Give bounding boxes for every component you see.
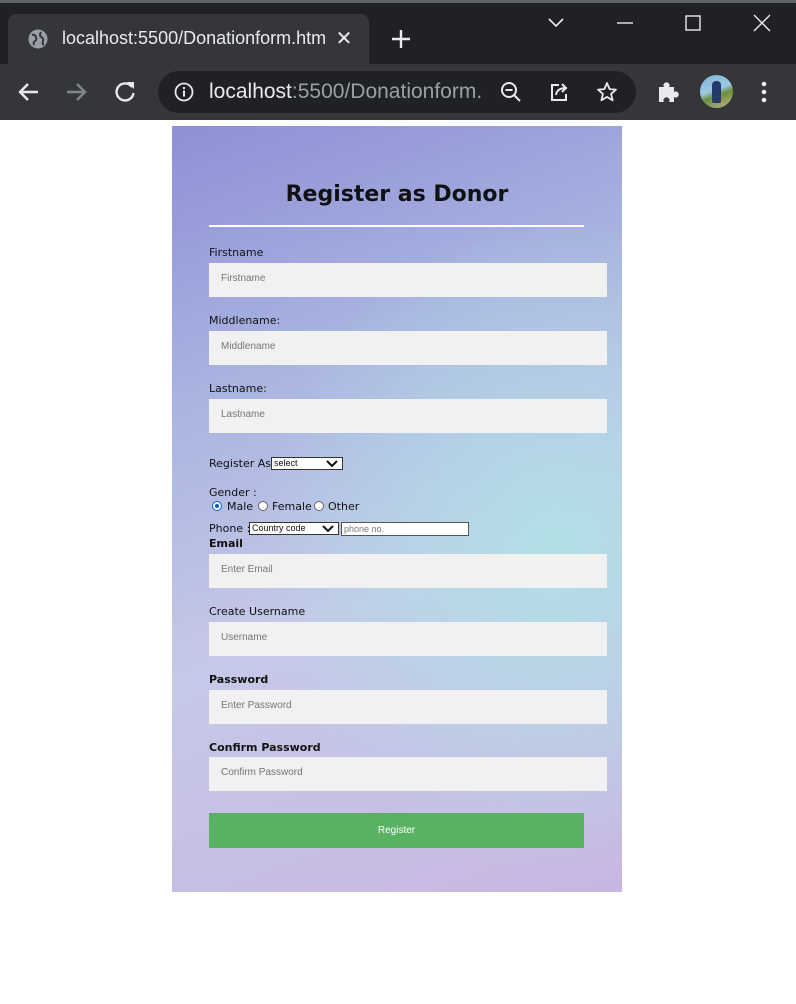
register-as-label: Register As : (209, 457, 279, 470)
url-path: :5500/Donationform.html (291, 80, 481, 103)
phone-label: Phone : (209, 522, 251, 535)
avatar[interactable] (700, 75, 733, 108)
new-tab-icon[interactable] (388, 26, 414, 52)
gender-label: Gender : (209, 486, 257, 499)
url-host: localhost (209, 80, 292, 103)
register-as-select[interactable]: select (271, 457, 343, 470)
donor-registration-form: Register as Donor Firstname Firstname Mi… (172, 126, 622, 892)
confirm-password-label: Confirm Password (209, 741, 321, 754)
arrow-left-icon[interactable] (15, 78, 43, 106)
window-top-border (0, 0, 796, 3)
phone-number-placeholder: phone no. (344, 524, 385, 534)
username-placeholder: Username (221, 632, 268, 643)
tab-search-chevron-icon[interactable] (543, 10, 569, 36)
minimize-icon[interactable] (612, 10, 638, 36)
close-window-icon[interactable] (749, 10, 775, 36)
lastname-input[interactable]: Lastname (209, 399, 607, 433)
gender-other-radio[interactable] (314, 501, 324, 511)
chevron-down-icon (326, 460, 338, 468)
page-title: Register as Donor (285, 182, 509, 207)
email-label: Email (209, 537, 243, 550)
kebab-menu-icon[interactable] (750, 78, 778, 106)
address-bar[interactable]: localhost:5500/Donationform.html (158, 71, 636, 113)
globe-icon (28, 29, 48, 49)
puzzle-icon[interactable] (654, 78, 682, 106)
middlename-placeholder: Middlename (221, 341, 276, 352)
register-button[interactable]: Register (209, 813, 584, 848)
password-label: Password (209, 673, 269, 686)
lastname-placeholder: Lastname (221, 409, 265, 420)
browser-tab-strip: localhost:5500/Donationform.html ✕ (0, 0, 796, 64)
gender-female-radio[interactable] (258, 501, 268, 511)
page-content: Register as Donor Firstname Firstname Mi… (0, 120, 796, 1004)
reload-icon[interactable] (111, 78, 139, 106)
middlename-label: Middlename: (209, 314, 281, 327)
chevron-down-icon (322, 525, 334, 533)
info-icon[interactable] (174, 82, 194, 102)
browser-tab[interactable]: localhost:5500/Donationform.html ✕ (8, 14, 369, 64)
confirm-password-input[interactable]: Confirm Password (209, 757, 607, 791)
browser-toolbar: localhost:5500/Donationform.html (0, 64, 796, 120)
gender-other-label: Other (328, 500, 360, 513)
gender-male-radio[interactable] (212, 501, 222, 511)
tab-close-icon[interactable]: ✕ (332, 27, 356, 51)
firstname-label: Firstname (209, 246, 264, 259)
username-input[interactable]: Username (209, 622, 607, 656)
gender-male-label: Male (227, 500, 254, 513)
tab-title: localhost:5500/Donationform.html (62, 28, 326, 48)
star-icon[interactable] (596, 81, 618, 103)
register-as-value: select (274, 458, 298, 468)
gender-female-label: Female (272, 500, 312, 513)
maximize-icon[interactable] (680, 10, 706, 36)
country-code-value: Country code (252, 523, 306, 533)
confirm-password-placeholder: Confirm Password (221, 767, 303, 778)
username-label: Create Username (209, 605, 306, 618)
email-field[interactable]: Enter Email (209, 554, 607, 588)
country-code-select[interactable]: Country code (249, 522, 339, 535)
url-text[interactable]: localhost:5500/Donationform.html (209, 80, 481, 104)
password-placeholder: Enter Password (221, 700, 292, 711)
firstname-input[interactable]: Firstname (209, 263, 607, 297)
password-input[interactable]: Enter Password (209, 690, 607, 724)
zoom-out-icon[interactable] (500, 81, 522, 103)
share-icon[interactable] (548, 81, 570, 103)
avatar-person-shape (712, 81, 721, 103)
middlename-input[interactable]: Middlename (209, 331, 607, 365)
firstname-placeholder: Firstname (221, 273, 266, 284)
lastname-label: Lastname: (209, 382, 267, 395)
phone-number-input[interactable]: phone no. (341, 522, 469, 536)
email-placeholder: Enter Email (221, 564, 273, 575)
title-divider (209, 225, 584, 227)
arrow-right-icon[interactable] (62, 78, 90, 106)
